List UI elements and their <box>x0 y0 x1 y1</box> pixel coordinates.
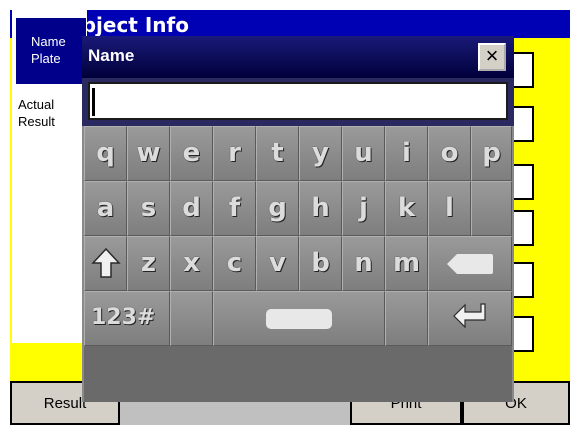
key-x[interactable]: x <box>170 236 213 291</box>
app-field-2[interactable] <box>512 106 534 142</box>
key-a[interactable]: a <box>84 181 127 236</box>
backspace-icon <box>447 254 493 274</box>
key-s[interactable]: s <box>127 181 170 236</box>
close-button[interactable]: × <box>478 43 506 71</box>
backspace-key[interactable] <box>428 236 512 291</box>
key-f[interactable]: f <box>213 181 256 236</box>
keyboard-row-3: z x c v b n m <box>84 236 512 291</box>
key-blank-row4-b[interactable] <box>385 291 428 346</box>
key-d[interactable]: d <box>170 181 213 236</box>
dialog-titlebar: Name × <box>82 36 514 78</box>
app-field-3[interactable] <box>512 164 534 200</box>
key-m[interactable]: m <box>385 236 428 291</box>
enter-key[interactable] <box>428 291 512 346</box>
key-w[interactable]: w <box>127 126 170 181</box>
app-field-1[interactable] <box>512 52 534 88</box>
keyboard-row-2: a s d f g h j k l <box>84 181 512 236</box>
key-t[interactable]: t <box>256 126 299 181</box>
app-field-4[interactable] <box>512 210 534 246</box>
key-j[interactable]: j <box>342 181 385 236</box>
input-wrapper <box>82 78 514 126</box>
key-e[interactable]: e <box>170 126 213 181</box>
key-l[interactable]: l <box>428 181 471 236</box>
keyboard-row-4: 123# <box>84 291 512 346</box>
key-blank-row2[interactable] <box>471 181 512 236</box>
text-caret <box>92 88 95 116</box>
key-blank-row4-a[interactable] <box>170 291 213 346</box>
app-title: Test object Info <box>10 10 570 38</box>
app-field-5[interactable] <box>512 262 534 298</box>
key-p[interactable]: p <box>471 126 512 181</box>
name-dialog: Name × q w e r t y u i o p a s d f g h j <box>82 36 514 402</box>
enter-return-icon <box>453 303 486 329</box>
name-input[interactable] <box>88 82 508 120</box>
key-u[interactable]: u <box>342 126 385 181</box>
key-b[interactable]: b <box>299 236 342 291</box>
key-v[interactable]: v <box>256 236 299 291</box>
key-c[interactable]: c <box>213 236 256 291</box>
dialog-title: Name <box>88 46 135 65</box>
app-field-6[interactable] <box>512 316 534 352</box>
key-r[interactable]: r <box>213 126 256 181</box>
on-screen-keyboard: q w e r t y u i o p a s d f g h j k l z … <box>84 126 512 402</box>
key-g[interactable]: g <box>256 181 299 236</box>
name-plate-label[interactable]: Name Plate <box>16 18 86 84</box>
key-h[interactable]: h <box>299 181 342 236</box>
key-i[interactable]: i <box>385 126 428 181</box>
key-n[interactable]: n <box>342 236 385 291</box>
mode-123-key[interactable]: 123# <box>84 291 170 346</box>
actual-result-label: Actual Result <box>18 97 55 129</box>
keyboard-row-1: q w e r t y u i o p <box>84 126 512 181</box>
key-z[interactable]: z <box>127 236 170 291</box>
space-key[interactable] <box>213 291 385 346</box>
shift-key[interactable] <box>84 236 127 291</box>
space-bar-icon <box>266 309 332 329</box>
key-k[interactable]: k <box>385 181 428 236</box>
shift-up-arrow-icon <box>90 247 121 278</box>
key-y[interactable]: y <box>299 126 342 181</box>
key-o[interactable]: o <box>428 126 471 181</box>
key-q[interactable]: q <box>84 126 127 181</box>
